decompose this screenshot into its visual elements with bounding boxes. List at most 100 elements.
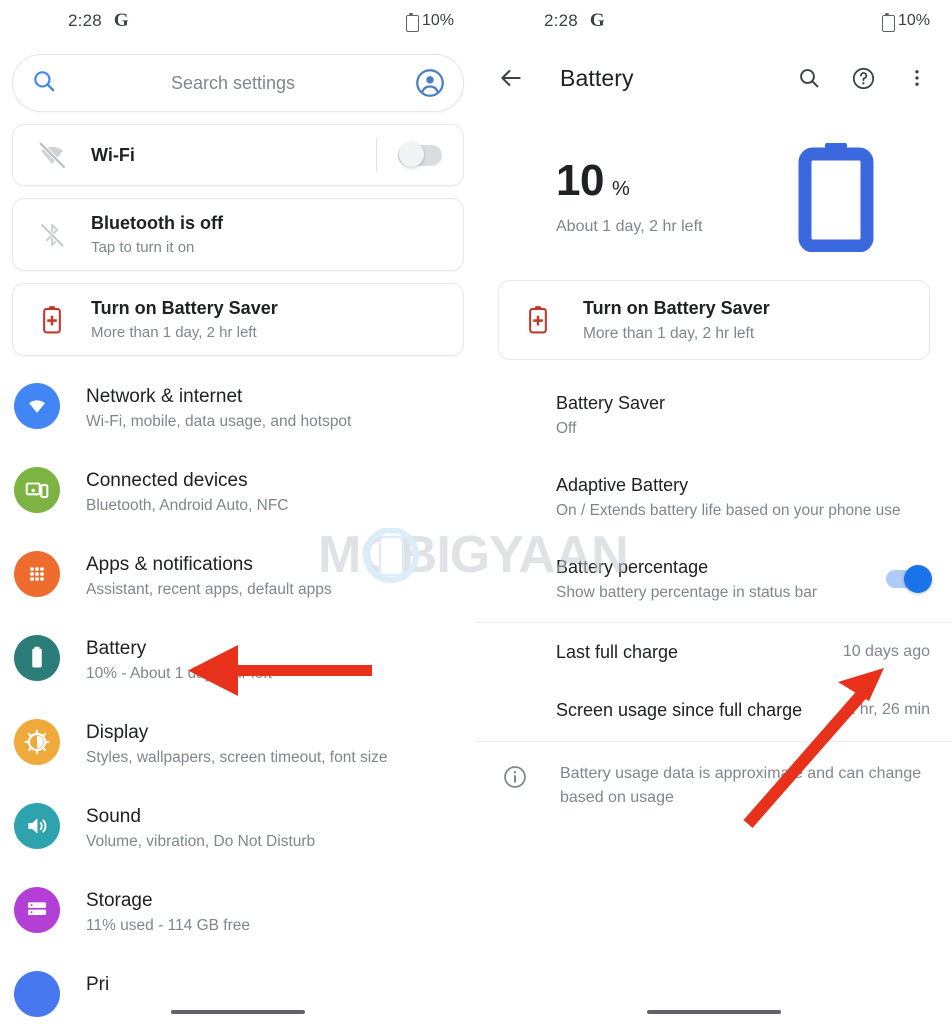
turn-on-battery-saver-card[interactable]: Turn on Battery Saver More than 1 day, 2… [498,280,930,360]
status-bar-left: 2:28 G 10% [0,0,476,42]
storage-icon [14,887,60,933]
arrow-back-icon[interactable] [498,65,524,91]
row-screen-usage[interactable]: Screen usage since full charge 1 hr, 26 … [476,681,952,739]
sidebar-item-sound-body: Sound Volume, vibration, Do Not Disturb [60,803,315,853]
sidebar-item-label: Network & internet [86,386,243,407]
google-glyph-icon: G [113,10,129,31]
battery-icon [881,12,895,32]
sidebar-item-storage-body: Storage 11% used - 114 GB free [60,887,250,937]
info-icon [498,762,532,790]
row-last-full-charge-body: Last full charge [556,639,829,665]
sidebar-item-sublabel: 10% - About 1 day, 2 hr left [86,665,272,682]
row-battery-percentage[interactable]: Battery percentage Show battery percenta… [476,538,952,620]
row-title: Screen usage since full charge [556,700,803,720]
battery-settings-rows: Battery Saver Off Adaptive Battery On / … [476,360,952,810]
sidebar-item-sublabel: Volume, vibration, Do Not Disturb [86,833,316,850]
bluetooth-card-title: Bluetooth is off [91,213,223,233]
bluetooth-card-body: Bluetooth is off Tap to turn it on [69,199,463,270]
sidebar-item-sublabel: 11% used - 114 GB free [86,917,250,934]
status-bar-time: 2:28 [68,11,102,30]
battery-icon [14,635,60,681]
battery-saver-card-body: Turn on Battery Saver More than 1 day, 2… [69,284,463,355]
settings-list: Network & internet Wi-Fi, mobile, data u… [0,356,476,1024]
sidebar-item-display[interactable]: Display Styles, wallpapers, screen timeo… [0,702,476,786]
wifi-off-icon [35,140,69,170]
help-circle-icon[interactable] [850,65,876,91]
row-title: Battery Saver [556,393,666,413]
row-battery-saver-body: Battery Saver Off [556,390,930,440]
status-bar-right-panel: 2:28 G 10% [476,0,952,42]
sidebar-item-label: Storage [86,890,153,911]
sidebar-item-label: Sound [86,806,141,827]
battery-saver-card-title: Turn on Battery Saver [91,298,278,318]
turn-on-battery-saver-title: Turn on Battery Saver [583,298,770,318]
sidebar-item-battery[interactable]: Battery 10% - About 1 day, 2 hr left [0,618,476,702]
sidebar-item-battery-body: Battery 10% - About 1 day, 2 hr left [60,635,272,685]
account-circle-icon[interactable] [415,68,445,98]
gesture-nav-bar-right[interactable] [647,1010,781,1014]
connected-devices-icon [14,467,60,513]
sidebar-item-label: Battery [86,638,147,659]
wifi-card[interactable]: Wi-Fi [12,124,464,186]
battery-percentage-toggle[interactable] [886,565,932,593]
row-value: 10 days ago [842,643,930,660]
row-value: 1 hr, 26 min [846,701,930,718]
sidebar-item-sound[interactable]: Sound Volume, vibration, Do Not Disturb [0,786,476,870]
app-bar-actions [796,65,930,91]
battery-time-left: About 1 day, 2 hr left [556,218,703,235]
sidebar-item-sublabel: Styles, wallpapers, screen timeout, font… [86,749,388,766]
battery-hero: 10 % About 1 day, 2 hr left [476,114,952,262]
status-bar-right: 10% [881,12,930,32]
row-title: Battery percentage [556,557,709,577]
sidebar-item-sublabel: Bluetooth, Android Auto, NFC [86,497,289,514]
row-subtitle: Show battery percentage in status bar [556,584,818,601]
app-bar: Battery [476,42,952,114]
apps-grid-icon [14,551,60,597]
row-title: Adaptive Battery [556,475,689,495]
sidebar-item-apps-notifications[interactable]: Apps & notifications Assistant, recent a… [0,534,476,618]
search-icon[interactable] [796,65,822,91]
turn-on-battery-saver-body: Turn on Battery Saver More than 1 day, 2… [555,281,770,359]
battery-hero-text: 10 % About 1 day, 2 hr left [506,156,796,236]
sidebar-item-connected-devices[interactable]: Connected devices Bluetooth, Android Aut… [0,450,476,534]
battery-saver-card[interactable]: Turn on Battery Saver More than 1 day, 2… [12,283,464,356]
sidebar-item-network-internet-body: Network & internet Wi-Fi, mobile, data u… [60,383,351,433]
wifi-icon [14,383,60,429]
sidebar-item-label: Connected devices [86,470,248,491]
sidebar-item-label: Display [86,722,149,743]
privacy-icon [14,971,60,1017]
row-subtitle: On / Extends battery life based on your … [556,502,901,519]
battery-saver-card-subtitle: More than 1 day, 2 hr left [91,324,257,341]
status-bar-right: 10% [405,12,454,32]
sidebar-item-display-body: Display Styles, wallpapers, screen timeo… [60,719,388,769]
page-title: Battery [560,64,634,91]
battery-detail-panel: 2:28 G 10% Battery 10 % About 1 day, 2 h… [476,0,952,1024]
bluetooth-card-subtitle: Tap to turn it on [91,239,195,256]
sidebar-item-sublabel: Assistant, recent apps, default apps [86,581,332,598]
wifi-toggle[interactable] [398,142,442,167]
row-last-full-charge[interactable]: Last full charge 10 days ago [476,623,952,681]
settings-main-panel: 2:28 G 10% Search settings Wi-Fi Bluetoo… [0,0,476,1024]
search-input-placeholder[interactable]: Search settings [51,73,415,94]
bluetooth-card[interactable]: Bluetooth is off Tap to turn it on [12,198,464,271]
wifi-toggle-wrap[interactable] [377,142,463,167]
battery-icon [405,12,419,32]
battery-usage-note: Battery usage data is approximate and ca… [476,742,952,810]
battery-percent-number: 10 [556,156,604,205]
sidebar-item-network-internet[interactable]: Network & internet Wi-Fi, mobile, data u… [0,366,476,450]
row-battery-percentage-body: Battery percentage Show battery percenta… [556,554,872,604]
search-settings-bar[interactable]: Search settings [12,54,464,112]
turn-on-battery-saver-subtitle: More than 1 day, 2 hr left [583,325,755,342]
wifi-card-title: Wi-Fi [91,145,135,165]
status-bar-time: 2:28 [544,11,578,30]
gesture-nav-bar-left[interactable] [171,1010,305,1014]
row-title: Last full charge [556,642,679,662]
more-vert-icon[interactable] [904,65,930,91]
battery-large-icon [796,140,876,253]
battery-percent-display: 10 % [556,156,796,206]
sidebar-item-storage[interactable]: Storage 11% used - 114 GB free [0,870,476,954]
sidebar-item-apps-notifications-body: Apps & notifications Assistant, recent a… [60,551,332,601]
row-battery-saver[interactable]: Battery Saver Off [476,374,952,456]
google-glyph-icon: G [589,10,605,31]
row-adaptive-battery[interactable]: Adaptive Battery On / Extends battery li… [476,456,952,538]
